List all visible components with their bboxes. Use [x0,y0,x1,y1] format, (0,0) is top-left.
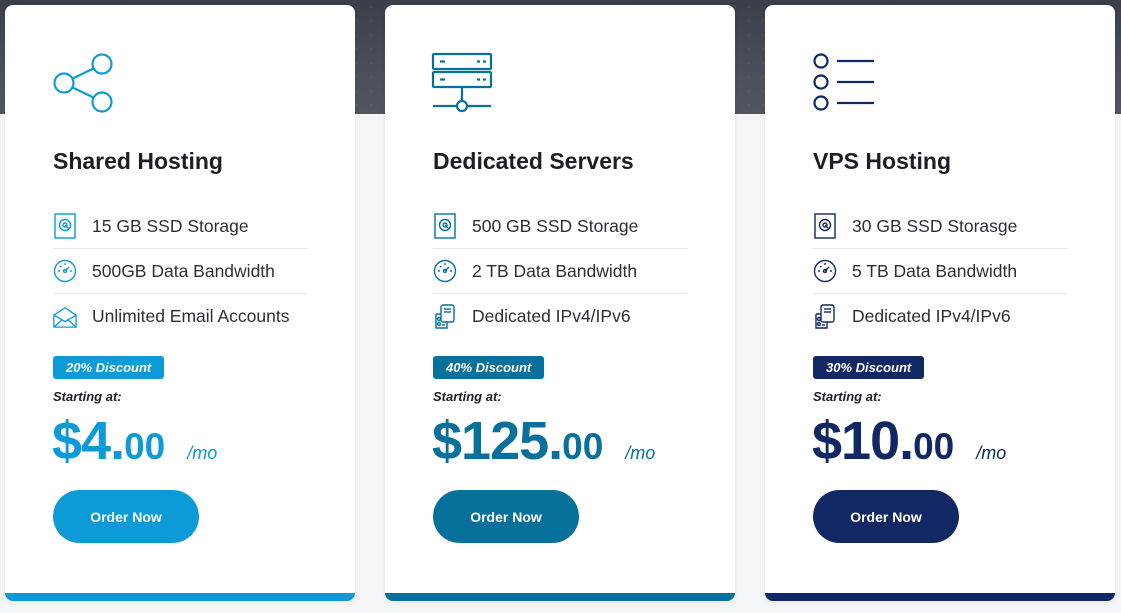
feature-text: 2 TB Data Bandwidth [472,260,638,281]
feature-list: 30 GB SSD Storasge 5 TB Data Bandwidth D… [813,204,1067,339]
price: $10. 00 /mo [812,410,1006,472]
feature-item: 15 GB SSD Storage [53,204,307,249]
price-period: /mo [187,443,218,463]
feature-text: Dedicated IPv4/IPv6 [472,306,631,326]
feature-list: 500 GB SSD Storage 2 TB Data Bandwidth D… [433,204,687,339]
price-cents: 00 [562,426,604,467]
speedometer-icon [53,258,77,284]
plan-card-vps-hosting: VPS Hosting 30 GB SSD Storasge 5 TB Data… [765,5,1115,601]
order-now-button[interactable]: Order Now [53,490,199,543]
discount-badge: 20% Discount [53,356,165,379]
order-now-button[interactable]: Order Now [433,490,579,543]
feature-item: Dedicated IPv4/IPv6 [813,294,1067,339]
storage-icon [53,213,77,239]
ip-address-icon [433,303,457,330]
envelope-icon [53,304,77,330]
feature-item: Unlimited Email Accounts [53,294,307,339]
card-accent-bar [5,593,355,601]
feature-text: 15 GB SSD Storage [92,215,249,236]
plan-title: Shared Hosting [53,148,223,174]
feature-item: 2 TB Data Bandwidth [433,249,687,294]
starting-label: Starting at: [813,389,882,404]
feature-list: 15 GB SSD Storage 500GB Data Bandwidth U… [53,204,307,339]
price: $125. 00 /mo [432,410,655,472]
price-period: /mo [625,443,656,463]
price-period: /mo [976,443,1007,463]
server-icon [431,51,495,121]
feature-item: 30 GB SSD Storasge [813,204,1067,249]
storage-icon [433,213,457,239]
feature-text: 5 TB Data Bandwidth [852,260,1018,281]
feature-item: 5 TB Data Bandwidth [813,249,1067,294]
price: $4. 00 /mo [52,410,217,472]
price-whole: $10. [812,411,914,471]
feature-text: Unlimited Email Accounts [92,306,290,326]
feature-text: Dedicated IPv4/IPv6 [852,306,1011,326]
storage-icon [813,213,837,239]
feature-text: 500GB Data Bandwidth [92,260,275,281]
price-cents: 00 [913,426,955,467]
list-icon [811,51,875,121]
feature-item: Dedicated IPv4/IPv6 [433,294,687,339]
discount-badge: 30% Discount [813,356,925,379]
plan-card-shared-hosting: Shared Hosting 15 GB SSD Storage 500GB D… [5,5,355,601]
ip-address-icon [813,303,837,330]
card-accent-bar [385,593,735,601]
plan-title: VPS Hosting [813,148,952,174]
feature-text: 500 GB SSD Storage [472,215,639,236]
card-accent-bar [765,593,1115,601]
speedometer-icon [433,258,457,284]
price-whole: $4. [52,411,125,471]
starting-label: Starting at: [433,389,502,404]
plan-card-dedicated-servers: Dedicated Servers 500 GB SSD Storage 2 T… [385,5,735,601]
order-now-button[interactable]: Order Now [813,490,959,543]
speedometer-icon [813,258,837,284]
feature-item: 500 GB SSD Storage [433,204,687,249]
plan-title: Dedicated Servers [433,148,634,174]
share-icon [51,51,115,121]
feature-text: 30 GB SSD Storasge [852,215,1018,236]
price-whole: $125. [432,411,563,471]
price-cents: 00 [124,426,166,467]
feature-item: 500GB Data Bandwidth [53,249,307,294]
starting-label: Starting at: [53,389,122,404]
discount-badge: 40% Discount [433,356,545,379]
